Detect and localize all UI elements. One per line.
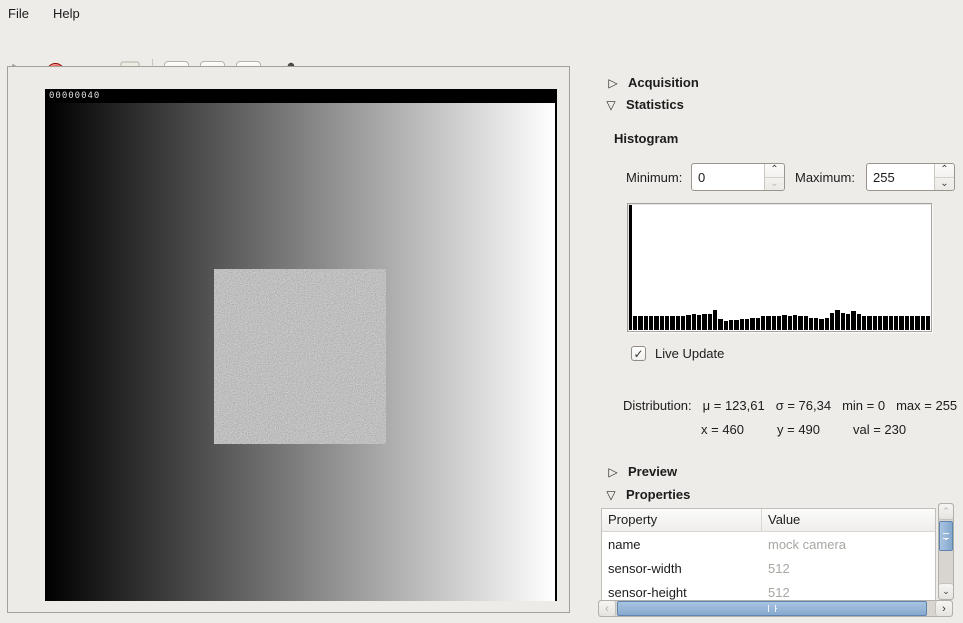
minimum-spinbox: ⌃ ⌄	[691, 163, 785, 191]
horizontal-scrollbar[interactable]: ‹ ›	[598, 600, 953, 617]
thumb-grip	[768, 605, 776, 612]
stat-sigma: σ = 76,34	[776, 398, 831, 413]
chevron-right-icon: ▷	[606, 76, 620, 90]
table-header[interactable]: Property Value	[602, 509, 935, 532]
spin-down-icon[interactable]: ⌄	[935, 178, 954, 191]
preview-label: Preview	[628, 464, 677, 479]
toolbar: + − 1	[0, 27, 963, 65]
vertical-scrollbar-thumb[interactable]	[939, 521, 953, 551]
property-name: name	[602, 537, 762, 552]
statistics-label: Statistics	[626, 97, 684, 112]
acquisition-expander[interactable]: ▷ Acquisition	[606, 75, 699, 90]
chevron-right-icon: ▷	[606, 465, 620, 479]
properties-label: Properties	[626, 487, 690, 502]
property-value: mock camera	[762, 537, 852, 552]
maximum-spin-buttons: ⌃ ⌄	[934, 164, 954, 190]
properties-expander[interactable]: ▽ Properties	[604, 487, 690, 502]
spin-up-icon[interactable]: ⌃	[935, 164, 954, 178]
stat-max: max = 255	[896, 398, 957, 413]
menu-bar: File Help	[0, 0, 963, 27]
gradient-region	[45, 103, 557, 601]
table-row[interactable]: sensor-width 512	[602, 556, 935, 580]
camera-frame-image[interactable]: 00000040	[45, 89, 557, 601]
live-update-row[interactable]: ✓ Live Update	[631, 346, 724, 361]
minimum-spin-buttons: ⌃ ⌄	[764, 164, 784, 190]
table-row[interactable]: sensor-height 512	[602, 580, 935, 600]
frame-counter: 00000040	[45, 89, 557, 103]
property-name: sensor-height	[602, 585, 762, 600]
stat-mean: μ = 123,61	[703, 398, 765, 413]
cursor-x: x = 460	[701, 422, 744, 437]
minimum-label: Minimum:	[626, 170, 682, 185]
statistics-expander[interactable]: ▽ Statistics	[604, 97, 684, 112]
maximum-spinbox: ⌃ ⌄	[866, 163, 955, 191]
menu-help[interactable]: Help	[43, 2, 90, 25]
scroll-down-icon[interactable]: ⌄	[939, 583, 953, 599]
scroll-up-icon: ⌃	[939, 504, 953, 520]
scroll-right-icon[interactable]: ›	[935, 601, 952, 616]
cursor-value: val = 230	[853, 422, 906, 437]
property-value: 512	[762, 585, 796, 600]
column-property[interactable]: Property	[602, 509, 762, 531]
live-update-checkbox[interactable]: ✓	[631, 346, 646, 361]
chevron-down-icon: ▽	[604, 98, 618, 112]
histogram-bars	[629, 205, 930, 330]
minimum-input[interactable]	[692, 164, 764, 190]
property-name: sensor-width	[602, 561, 762, 576]
property-value: 512	[762, 561, 796, 576]
menu-file[interactable]: File	[8, 2, 39, 25]
preview-expander[interactable]: ▷ Preview	[606, 464, 677, 479]
maximum-input[interactable]	[867, 164, 934, 190]
maximum-label: Maximum:	[795, 170, 855, 185]
scroll-left-icon: ‹	[599, 601, 616, 616]
properties-table[interactable]: Property Value name mock camera sensor-w…	[601, 508, 936, 600]
stat-min: min = 0	[842, 398, 885, 413]
acquisition-label: Acquisition	[628, 75, 699, 90]
spin-up-icon[interactable]: ⌃	[765, 164, 784, 178]
live-update-label: Live Update	[655, 346, 724, 361]
distribution-label: Distribution:	[623, 398, 692, 413]
distribution-stats: Distribution: μ = 123,61 σ = 76,34 min =…	[623, 398, 957, 413]
histogram-title: Histogram	[614, 131, 678, 146]
histogram-plot[interactable]	[627, 203, 932, 332]
table-row[interactable]: name mock camera	[602, 532, 935, 556]
thumb-grip	[943, 533, 949, 539]
vertical-scrollbar[interactable]: ⌃ ⌄	[938, 503, 954, 600]
cursor-y: y = 490	[777, 422, 820, 437]
column-value[interactable]: Value	[762, 509, 806, 531]
horizontal-scrollbar-thumb[interactable]	[617, 601, 927, 616]
chevron-down-icon: ▽	[604, 488, 618, 502]
check-icon: ✓	[633, 348, 643, 360]
spin-down-icon: ⌄	[765, 178, 784, 191]
application-window: File Help + − 1	[0, 0, 963, 623]
noise-region	[214, 269, 386, 444]
